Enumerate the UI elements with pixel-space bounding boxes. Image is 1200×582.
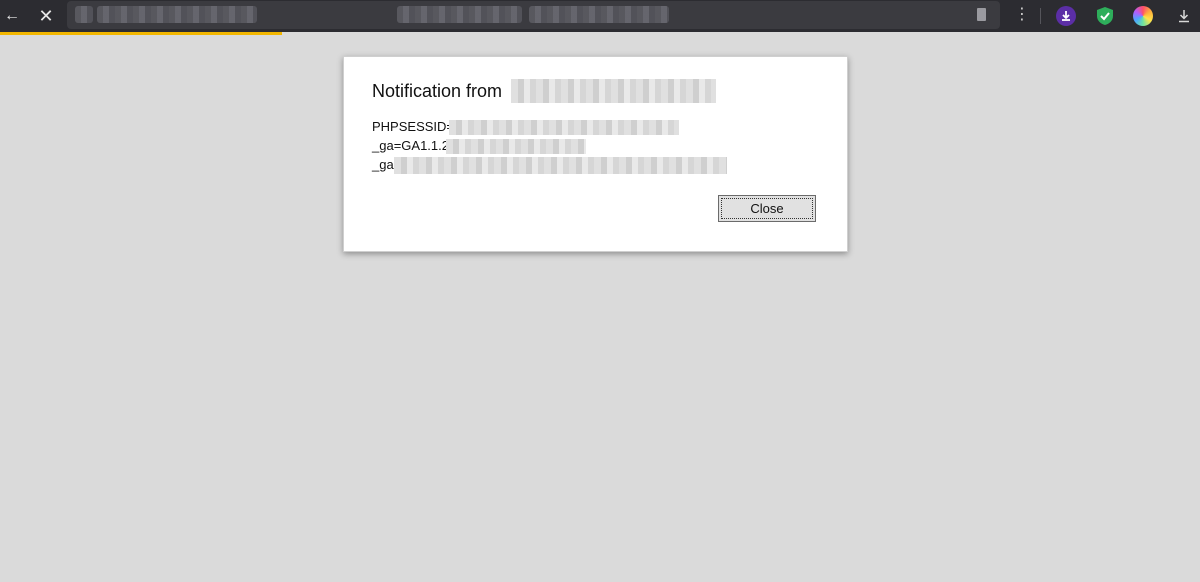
downloads-icon[interactable]	[1174, 6, 1194, 26]
toolbar-divider	[1040, 8, 1041, 24]
page-title-redacted	[529, 6, 669, 23]
more-menu-icon[interactable]: ⋮	[1014, 6, 1030, 24]
dialog-title: Notification from	[372, 81, 503, 101]
close-button[interactable]: Close	[718, 195, 816, 222]
page-load-progress-fill	[0, 32, 282, 35]
cookie-value-redacted	[394, 157, 727, 174]
cookie-value-redacted	[446, 139, 586, 154]
download-extension-icon[interactable]	[1056, 6, 1076, 26]
browser-toolbar: ← ✕ ⋮	[0, 0, 1200, 32]
site-name-redacted	[511, 79, 716, 103]
url-redacted	[97, 6, 257, 23]
page-load-progress	[0, 32, 1200, 35]
color-extension-icon[interactable]	[1133, 6, 1153, 26]
notification-dialog: Notification from PHPSESSID=dc _ga=GA1.1…	[343, 56, 848, 252]
page-title-redacted	[397, 6, 522, 23]
back-arrow-icon[interactable]: ←	[0, 4, 24, 28]
close-icon[interactable]: ✕	[34, 4, 58, 28]
cookie-value-redacted	[449, 120, 679, 135]
shield-extension-icon[interactable]	[1095, 6, 1115, 26]
bookmark-icon[interactable]	[977, 8, 986, 21]
cookie-line-ga-extra: _ga	[372, 157, 394, 172]
url-redacted	[75, 6, 93, 23]
address-bar[interactable]	[67, 1, 1000, 29]
